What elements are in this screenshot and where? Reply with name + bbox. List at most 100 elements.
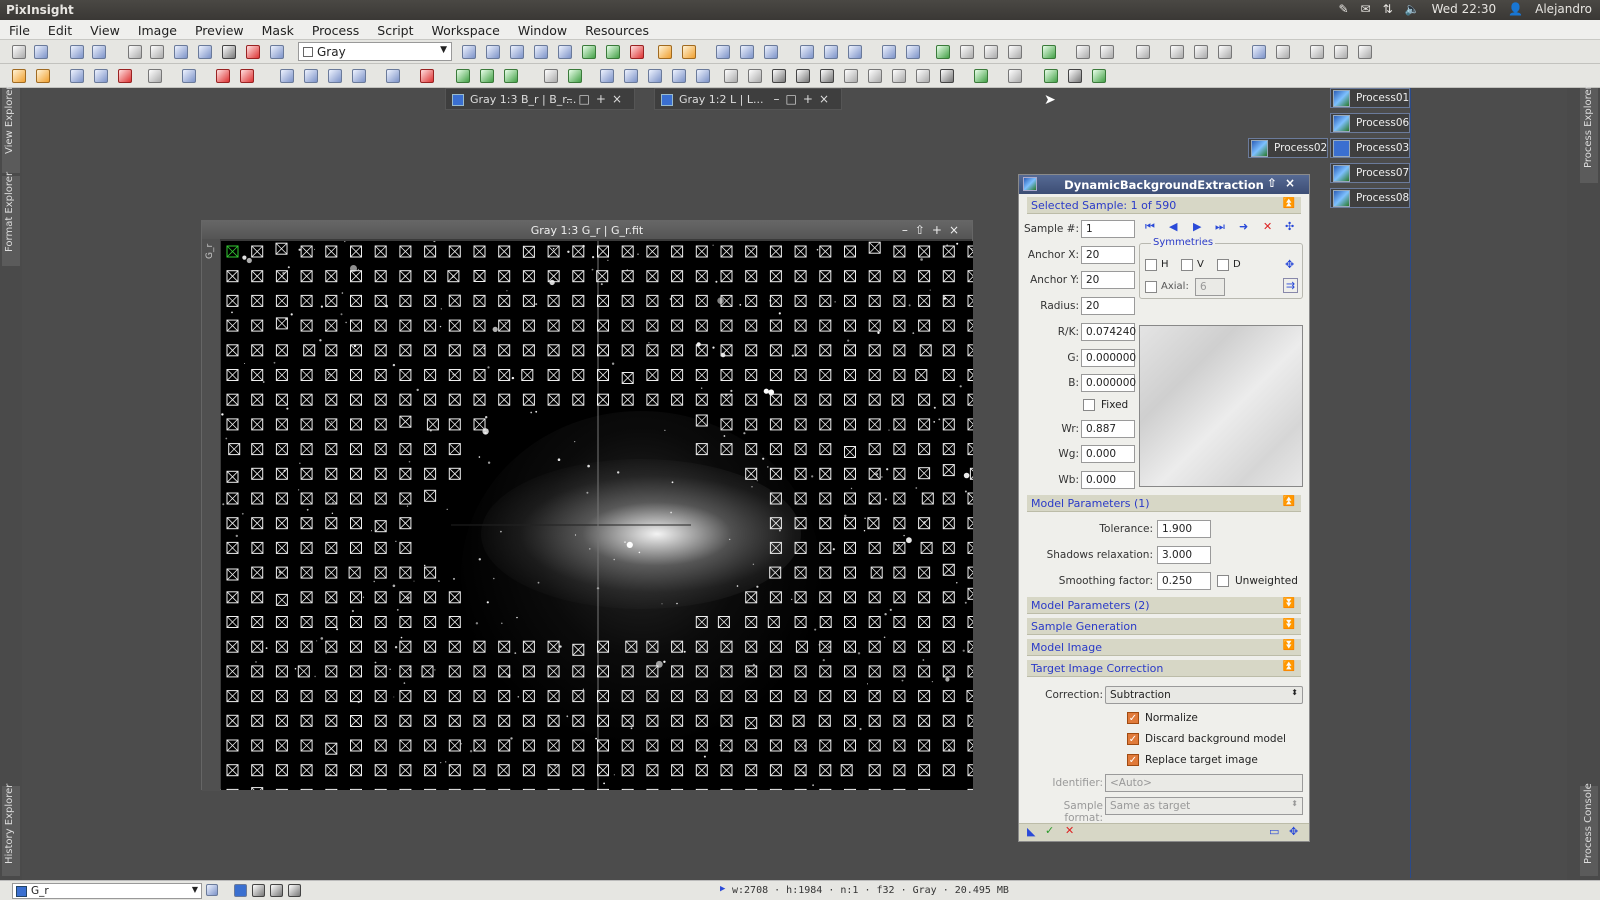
dbe-sample-box[interactable] xyxy=(893,739,906,752)
dbe-sample-box[interactable] xyxy=(275,418,288,431)
mask-7-icon[interactable] xyxy=(916,69,930,83)
transform-icon[interactable] xyxy=(386,69,400,83)
dbe-sample-box[interactable] xyxy=(448,714,461,727)
dbe-sample-box[interactable] xyxy=(893,591,906,604)
dbe-sample-box[interactable] xyxy=(350,591,362,604)
dbe-sample-box[interactable] xyxy=(498,739,511,752)
menu-edit[interactable]: Edit xyxy=(39,20,81,39)
dbe-sample-box[interactable] xyxy=(226,739,239,752)
dbe-sample-box[interactable] xyxy=(226,591,239,604)
dbe-sample-box[interactable] xyxy=(868,294,881,307)
dbe-sample-box[interactable] xyxy=(918,690,931,703)
zoom-4-1-icon[interactable] xyxy=(764,45,778,59)
tolerance-field[interactable]: 1.900 xyxy=(1157,520,1211,538)
dbe-sample-box[interactable] xyxy=(498,319,511,332)
dbe-sample-box[interactable] xyxy=(300,245,313,258)
dbe-sample-box[interactable] xyxy=(745,665,758,678)
dbe-sample-box[interactable] xyxy=(769,467,782,480)
dbe-sample-box[interactable] xyxy=(844,245,856,258)
dbe-sample-box[interactable] xyxy=(819,393,832,406)
dbe-sample-box[interactable] xyxy=(967,443,973,456)
dbe-sample-box[interactable] xyxy=(325,467,338,480)
dbe-sample-box[interactable] xyxy=(226,294,239,307)
dbe-sample-box[interactable] xyxy=(275,541,288,554)
mail-icon[interactable]: ✉ xyxy=(1361,2,1371,16)
dbe-sample-box[interactable] xyxy=(226,568,239,581)
dbe-sample-box[interactable] xyxy=(251,270,264,283)
rotate-left-icon[interactable] xyxy=(600,69,614,83)
fit-window-icon[interactable] xyxy=(800,45,814,59)
dbe-sample-box[interactable] xyxy=(522,665,535,678)
dbe-sample-box[interactable] xyxy=(374,520,387,533)
dbe-sample-box[interactable] xyxy=(844,616,856,628)
dbe-sample-box[interactable] xyxy=(522,714,535,727)
dbe-sample-box[interactable] xyxy=(769,541,782,554)
dbe-sample-box[interactable] xyxy=(300,492,313,505)
dbe-sample-box[interactable] xyxy=(893,443,906,456)
dbe-sample-box[interactable] xyxy=(448,418,461,431)
dbe-sample-box[interactable] xyxy=(251,764,264,777)
dbe-sample-box[interactable] xyxy=(303,344,316,357)
dbe-sample-box[interactable] xyxy=(769,566,782,579)
sym-h-checkbox[interactable] xyxy=(1145,259,1157,271)
dbe-sample-box[interactable] xyxy=(300,517,313,530)
dbe-sample-box[interactable] xyxy=(325,393,338,406)
dbe-sample-box[interactable] xyxy=(918,319,931,332)
dbe-sample-box[interactable] xyxy=(325,517,338,530)
dbe-sample-box[interactable] xyxy=(819,270,832,283)
dbe-sample-box[interactable] xyxy=(424,566,437,579)
dbe-sample-box[interactable] xyxy=(868,764,881,777)
dbe-sample-box[interactable] xyxy=(448,245,461,258)
dbe-sample-box[interactable] xyxy=(226,319,239,332)
wb-field[interactable]: 0.000 xyxy=(1081,471,1135,489)
dbe-sample-box[interactable] xyxy=(522,319,535,332)
dbe-sample-box[interactable] xyxy=(275,714,288,727)
zoom-2-1-icon[interactable] xyxy=(740,45,754,59)
dbe-sample-box[interactable] xyxy=(745,369,758,381)
dbe-sample-box[interactable] xyxy=(720,369,733,381)
dbe-sample-box[interactable] xyxy=(695,443,708,456)
dbe-sample-box[interactable] xyxy=(399,764,412,777)
dbe-sample-box[interactable] xyxy=(399,541,412,554)
dbe-sample-box[interactable] xyxy=(374,467,387,480)
tool-5-icon[interactable] xyxy=(1194,45,1208,59)
dbe-sample-box[interactable] xyxy=(350,294,362,307)
dbe-sample-box[interactable] xyxy=(819,492,832,505)
dbe-sample-box[interactable] xyxy=(597,690,609,703)
dbe-sample-box[interactable] xyxy=(819,690,832,703)
workspace-1-icon[interactable] xyxy=(936,45,950,59)
workspace-4-icon[interactable] xyxy=(1008,45,1022,59)
dbe-sample-box[interactable] xyxy=(350,665,362,678)
dbe-sample-box[interactable] xyxy=(868,492,881,505)
reset-icon[interactable]: ✥ xyxy=(1289,825,1298,838)
dbe-sample-box[interactable] xyxy=(840,764,853,777)
dbe-sample-box[interactable] xyxy=(819,245,832,258)
expand-icon[interactable]: ⏬ xyxy=(1283,619,1295,630)
dbe-sample-box[interactable] xyxy=(893,319,906,332)
dbe-sample-box[interactable] xyxy=(251,319,264,332)
dbe-sample-box[interactable] xyxy=(819,294,832,307)
dbe-sample-box[interactable] xyxy=(399,319,412,332)
dbe-sample-box[interactable] xyxy=(868,418,881,431)
dbe-sample-box[interactable] xyxy=(547,369,560,381)
dbe-sample-box[interactable] xyxy=(350,418,362,431)
preview-icon[interactable] xyxy=(606,45,620,59)
dbe-sample-box[interactable] xyxy=(251,541,264,554)
dbe-sample-box[interactable] xyxy=(942,640,955,653)
dbe-sample-box[interactable] xyxy=(646,245,659,258)
dbe-sample-box[interactable] xyxy=(226,640,239,653)
dbe-sample-box[interactable] xyxy=(350,492,362,505)
sample-number-field[interactable]: 1 xyxy=(1081,220,1135,238)
dbe-sample-box[interactable] xyxy=(572,369,585,381)
dbe-sample-box[interactable] xyxy=(942,270,955,283)
dbe-sample-box[interactable] xyxy=(769,714,782,727)
crop-icon[interactable] xyxy=(724,69,738,83)
dbe-sample-box[interactable] xyxy=(671,344,684,357)
dbe-sample-box[interactable] xyxy=(522,640,535,653)
dbe-sample-box[interactable] xyxy=(794,591,807,604)
dbe-sample-box[interactable] xyxy=(374,245,387,258)
dbe-sample-box[interactable] xyxy=(671,270,684,283)
dbe-sample-box[interactable] xyxy=(967,393,973,406)
tool-10-icon[interactable] xyxy=(1334,45,1348,59)
zoom-in-icon[interactable] xyxy=(658,45,672,59)
